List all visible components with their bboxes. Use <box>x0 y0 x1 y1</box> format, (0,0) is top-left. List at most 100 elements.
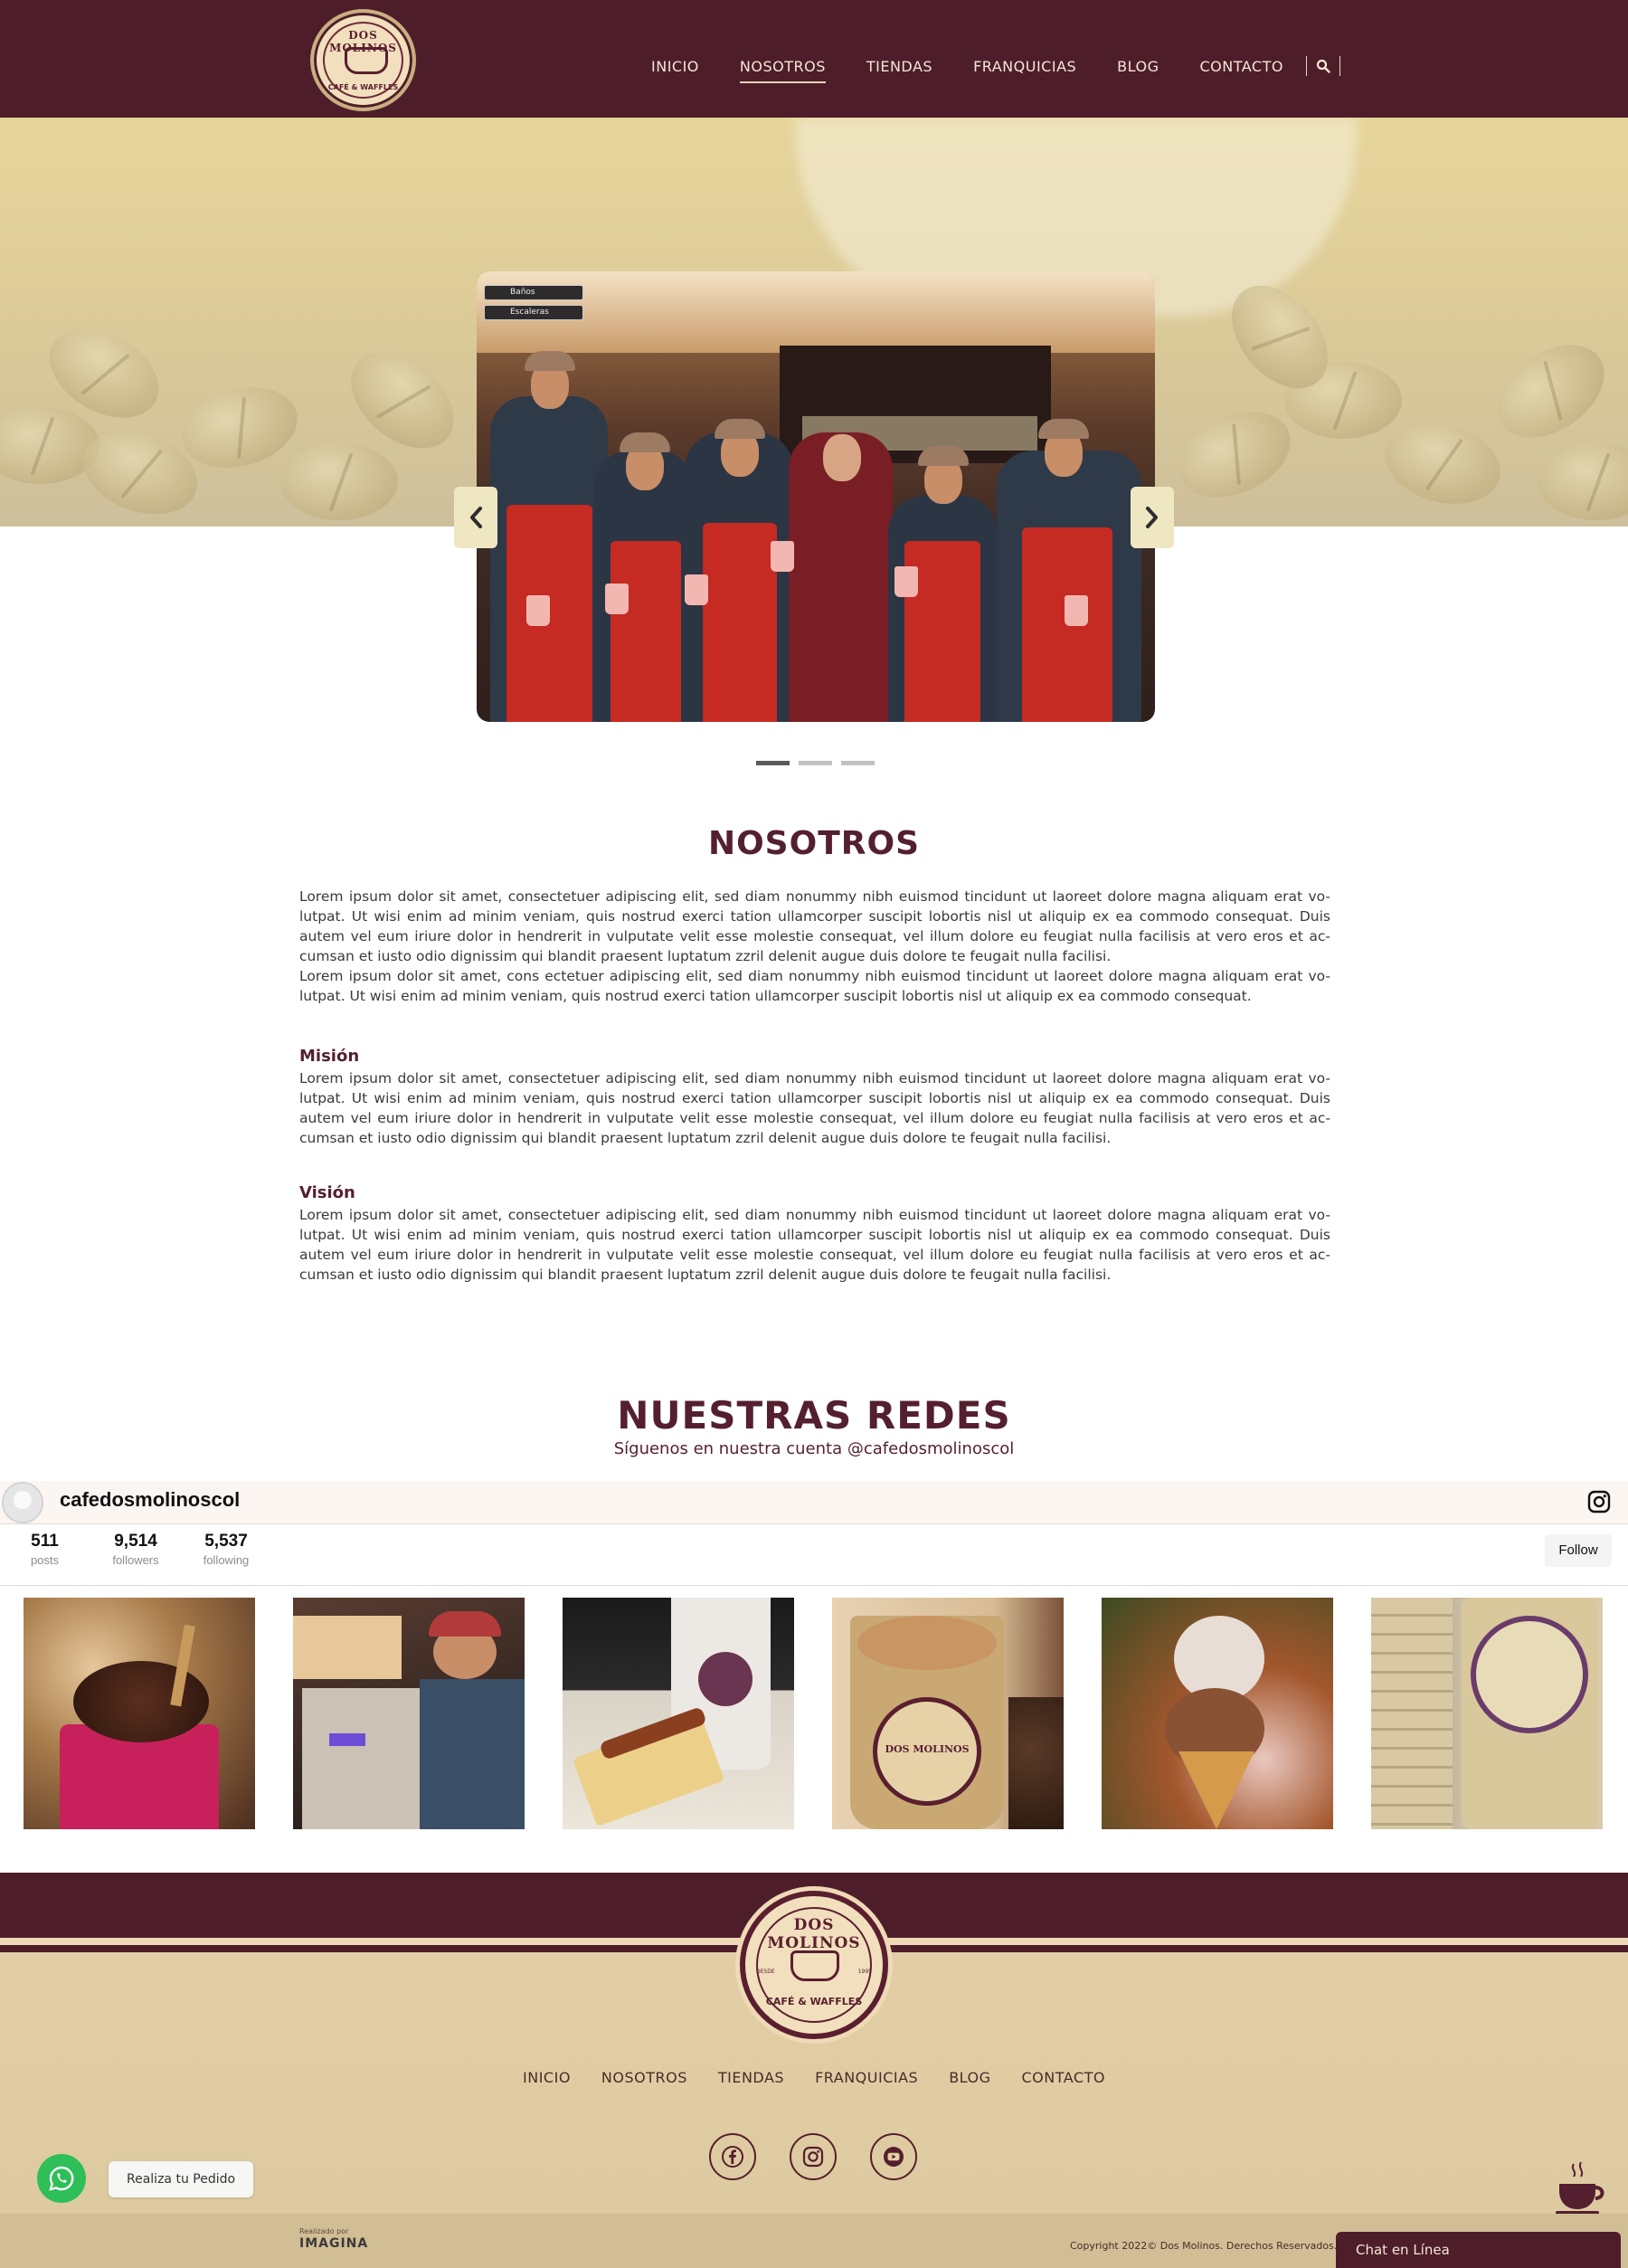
footer-nav-inicio[interactable]: INICIO <box>523 2069 571 2086</box>
instagram-icon <box>802 2146 824 2168</box>
instagram-post-3[interactable] <box>563 1598 794 1829</box>
facebook-icon <box>722 2146 743 2168</box>
cup <box>685 574 708 605</box>
footer-nav-franquicias[interactable]: FRANQUICIAS <box>815 2069 918 2086</box>
nav-item-nosotros[interactable]: NOSOTROS <box>739 58 826 83</box>
coffee-bean <box>1538 443 1628 520</box>
instagram-header <box>0 1481 1628 1524</box>
stat-posts-label: posts <box>30 1553 60 1567</box>
slider-dot-1[interactable] <box>756 761 790 765</box>
cup-logo: DOS MOLINOS <box>873 1697 981 1806</box>
mission-title: Misión <box>299 1047 360 1066</box>
footer-nav: INICIO NOSOTROS TIENDAS FRANQUICIAS BLOG… <box>0 2069 1628 2086</box>
slider-dots <box>756 761 884 765</box>
nav-item-blog[interactable]: BLOG <box>1117 58 1159 75</box>
about-text: Lorem ipsum dolor sit amet, consectetuer… <box>299 887 1330 1006</box>
whatsapp-icon <box>49 2166 74 2191</box>
cup-stack <box>1371 1598 1453 1829</box>
instagram-icon[interactable] <box>1587 1490 1611 1514</box>
cup-logo <box>698 1652 752 1706</box>
chevron-right-icon <box>1146 507 1158 528</box>
chevron-left-icon <box>470 507 482 528</box>
coffee-bean <box>1376 411 1510 517</box>
sign-banos: Baños <box>484 285 583 300</box>
whatsapp-order-label[interactable]: Realiza tu Pedido <box>109 2161 254 2197</box>
stat-posts-value: 511 <box>31 1532 59 1551</box>
stat-following-value: 5,537 <box>204 1532 248 1551</box>
cap <box>525 351 575 371</box>
site-header: DOS MOLINOS CAFÉ & WAFFLES INICIO NOSOTR… <box>0 0 1628 118</box>
footer-nav-tiendas[interactable]: TIENDAS <box>718 2069 784 2086</box>
instagram-username[interactable]: cafedosmolinoscol <box>60 1488 240 1512</box>
slider-dot-2[interactable] <box>799 761 832 765</box>
social-title: NUESTRAS REDES <box>617 1393 1011 1438</box>
team-photo-slide: Baños Escaleras <box>477 271 1155 722</box>
cup-stack <box>293 1616 402 1679</box>
instagram-link[interactable] <box>790 2133 837 2180</box>
instagram-post-5[interactable] <box>1102 1598 1333 1829</box>
stat-followers: 9,514 followers <box>104 1532 167 1567</box>
cup-logo-text: DOS MOLINOS <box>885 1743 970 1755</box>
slider-next-button[interactable] <box>1131 487 1174 548</box>
stat-followers-value: 9,514 <box>114 1532 157 1551</box>
barista-cap <box>429 1611 501 1637</box>
instagram-post-4[interactable]: DOS MOLINOS <box>832 1598 1064 1829</box>
coffee-bean <box>1165 394 1304 515</box>
machine-display <box>329 1733 365 1746</box>
coffee-cup-icon[interactable] <box>1554 2160 1608 2216</box>
instagram-post-2[interactable] <box>293 1598 525 1829</box>
avatar[interactable] <box>2 1482 43 1523</box>
about-title: NOSOTROS <box>707 825 921 862</box>
facebook-link[interactable] <box>709 2133 756 2180</box>
footer-logo-subtitle: CAFÉ & WAFFLES <box>765 1996 863 2007</box>
red-apron <box>610 541 681 722</box>
team-member <box>888 496 997 722</box>
sign-escaleras: Escaleras <box>484 305 583 320</box>
barista-shirt <box>420 1679 525 1829</box>
youtube-link[interactable] <box>870 2133 917 2180</box>
search-button[interactable] <box>1305 56 1340 76</box>
face <box>823 434 861 481</box>
footer-nav-blog[interactable]: BLOG <box>949 2069 990 2086</box>
ice-cream-cone <box>1178 1751 1254 1829</box>
instagram-post-6[interactable] <box>1371 1598 1603 1829</box>
nav-item-inicio[interactable]: INICIO <box>651 58 699 75</box>
nav-item-franquicias[interactable]: FRANQUICIAS <box>973 58 1076 75</box>
cup <box>605 584 629 614</box>
cup <box>526 595 550 626</box>
stat-followers-label: followers <box>112 1553 159 1567</box>
chat-online-button[interactable]: Chat en Línea <box>1336 2232 1621 2268</box>
coffee-beans <box>1008 1697 1064 1829</box>
cup-logo <box>1471 1616 1588 1733</box>
cap <box>715 419 765 439</box>
copyright-text: Copyright 2022© Dos Molinos. Derechos Re… <box>1070 2240 1338 2252</box>
slider-dot-3[interactable] <box>841 761 875 765</box>
footer-logo[interactable]: DOS MOLINOS DESDE 1995 CAFÉ & WAFFLES <box>740 1891 888 2039</box>
footer-nav-contacto[interactable]: CONTACTO <box>1022 2069 1105 2086</box>
vision-paragraph: Lorem ipsum dolor sit amet, consectetuer… <box>299 1207 1330 1283</box>
vision-text: Lorem ipsum dolor sit amet, consectetuer… <box>299 1205 1330 1285</box>
about-paragraph-2: Lorem ipsum dolor sit amet, cons ectetue… <box>299 968 1330 1004</box>
follow-button[interactable]: Follow <box>1545 1534 1612 1567</box>
cup <box>894 566 918 597</box>
slider-prev-button[interactable] <box>454 487 497 548</box>
mission-paragraph: Lorem ipsum dolor sit amet, consectetuer… <box>299 1070 1330 1146</box>
footer-nav-nosotros[interactable]: NOSOTROS <box>601 2069 687 2086</box>
credit-label: Realizado por <box>299 2227 349 2235</box>
cap <box>1038 419 1089 439</box>
grinder-icon <box>790 1950 839 1981</box>
whatsapp-button[interactable] <box>37 2154 86 2203</box>
cup <box>771 541 794 572</box>
brand-logo[interactable]: DOS MOLINOS CAFÉ & WAFFLES <box>310 9 416 111</box>
vision-title: Visión <box>299 1183 355 1202</box>
instagram-post-1[interactable] <box>24 1598 255 1829</box>
nav-item-tiendas[interactable]: TIENDAS <box>866 58 932 75</box>
nav-item-contacto[interactable]: CONTACTO <box>1199 58 1283 75</box>
stat-following-label: following <box>203 1553 250 1567</box>
search-icon <box>1316 59 1330 73</box>
grinder-icon <box>345 47 388 74</box>
credit-brand[interactable]: IMAGINA <box>299 2236 368 2251</box>
footer-logo-title: DOS MOLINOS <box>767 1916 861 1952</box>
footer-logo-desde: DESDE <box>756 1969 775 1975</box>
latte-art <box>857 1616 997 1670</box>
